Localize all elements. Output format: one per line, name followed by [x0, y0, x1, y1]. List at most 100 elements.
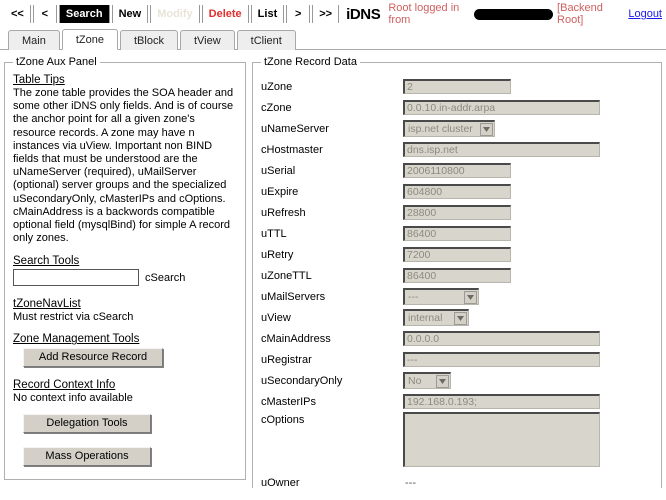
- tab-bar: Main tZone tBlock tView tClient: [0, 28, 666, 50]
- field-control-wrap: 86400: [403, 268, 511, 283]
- select-uview[interactable]: internal: [403, 309, 469, 326]
- input-cmasterips[interactable]: 192.168.0.193;: [403, 394, 600, 409]
- select-unameserver[interactable]: isp.net cluster: [403, 120, 495, 137]
- field-label-uview: uView: [261, 311, 291, 324]
- tzonenavlist-heading: tZoneNavList: [13, 298, 81, 311]
- login-status: Root logged in from [Backend Root] Logou…: [388, 2, 662, 26]
- nav-button-list[interactable]: List: [250, 5, 285, 23]
- select-value-uview: internal: [408, 312, 443, 324]
- field-label-czone: cZone: [261, 101, 292, 114]
- field-control-wrap: 86400: [403, 226, 511, 241]
- input-uzonettl[interactable]: 86400: [403, 268, 511, 283]
- nav-button-[interactable]: >>: [312, 5, 340, 23]
- field-label-usecondaryonly: uSecondaryOnly: [261, 374, 343, 387]
- field-row-chostmaster: cHostmaster dns.isp.net: [261, 139, 653, 160]
- select-usecondaryonly[interactable]: No: [403, 372, 451, 389]
- field-label-chostmaster: cHostmaster: [261, 143, 323, 156]
- delegation-tools-button[interactable]: Delegation Tools: [23, 414, 151, 434]
- aux-panel-legend: tZone Aux Panel: [16, 56, 97, 68]
- field-control-wrap: dns.isp.net: [403, 142, 600, 157]
- nav-button-[interactable]: >: [286, 5, 311, 23]
- field-label-uregistrar: uRegistrar: [261, 353, 312, 366]
- csearch-label: cSearch: [145, 271, 186, 284]
- field-label-userial: uSerial: [261, 164, 296, 177]
- nav-button-search[interactable]: Search: [58, 5, 110, 23]
- tzonenavlist-text: Must restrict via cSearch: [13, 311, 134, 324]
- field-label-uexpire: uExpire: [261, 185, 299, 198]
- field-control-wrap: No: [403, 372, 451, 389]
- redacted-ip-bar: [474, 8, 554, 20]
- field-label-cmainaddress: cMainAddress: [261, 332, 331, 345]
- field-label-uzonettl: uZoneTTL: [261, 269, 312, 282]
- tab-main[interactable]: Main: [8, 30, 60, 50]
- field-row-umailservers: uMailServers ---: [261, 286, 653, 307]
- tab-tblock[interactable]: tBlock: [119, 30, 178, 50]
- chevron-down-icon: [436, 374, 449, 388]
- nav-button-delete[interactable]: Delete: [201, 5, 249, 23]
- input-uexpire[interactable]: 604800: [403, 184, 511, 199]
- tab-tview[interactable]: tView: [179, 30, 235, 50]
- input-userial[interactable]: 2006110800: [403, 163, 511, 178]
- input-uretry[interactable]: 7200: [403, 247, 511, 262]
- add-resource-record-button[interactable]: Add Resource Record: [23, 348, 163, 368]
- mass-operations-button[interactable]: Mass Operations: [23, 447, 151, 467]
- field-row-uview: uView internal: [261, 307, 653, 328]
- main-content: tZone Aux Panel Table Tips The zone tabl…: [0, 50, 666, 488]
- field-row-cmasterips: cMasterIPs 192.168.0.193;: [261, 391, 653, 412]
- field-label-uretry: uRetry: [261, 248, 294, 261]
- input-uregistrar[interactable]: ---: [403, 352, 600, 367]
- logout-link[interactable]: Logout: [628, 8, 662, 20]
- search-tools-heading: Search Tools: [13, 255, 80, 268]
- field-control-wrap: ---: [403, 477, 416, 489]
- top-toolbar: << < Search New Modify Delete List > >> iDNS Roo…: [0, 0, 666, 28]
- field-control-wrap: ---: [403, 288, 479, 305]
- input-uzone[interactable]: 2: [403, 79, 511, 94]
- field-control-wrap: isp.net cluster: [403, 120, 495, 137]
- field-row-userial: uSerial 2006110800: [261, 160, 653, 181]
- field-row-uretry: uRetry 7200: [261, 244, 653, 265]
- field-control-wrap: internal: [403, 309, 469, 326]
- table-tips-heading: Table Tips: [13, 74, 65, 86]
- record-panel-legend: tZone Record Data: [264, 56, 357, 68]
- field-row-czone: cZone 0.0.10.in-addr.arpa: [261, 97, 653, 118]
- field-row-cmainaddress: cMainAddress 0.0.0.0: [261, 328, 653, 349]
- field-control-wrap: 192.168.0.193;: [403, 394, 600, 409]
- field-row-urefresh: uRefresh 28800: [261, 202, 653, 223]
- login-status-text: Root logged in from: [388, 2, 460, 26]
- tab-tzone[interactable]: tZone: [61, 29, 118, 50]
- field-row-uttl: uTTL 86400: [261, 223, 653, 244]
- select-umailservers[interactable]: ---: [403, 288, 479, 305]
- csearch-input[interactable]: [13, 269, 139, 287]
- textarea-coptions[interactable]: [403, 412, 600, 467]
- field-row-uowner: uOwner ---: [261, 472, 653, 489]
- field-row-uzone: uZone 2: [261, 76, 653, 97]
- field-label-unameserver: uNameServer: [261, 122, 329, 135]
- field-control-wrap: 2006110800: [403, 163, 511, 178]
- tab-tclient[interactable]: tClient: [236, 30, 296, 50]
- nav-button-[interactable]: <: [32, 5, 57, 23]
- field-row-uexpire: uExpire 604800: [261, 181, 653, 202]
- zone-management-tools-heading: Zone Management Tools: [13, 333, 140, 346]
- field-control-wrap: 0.0.0.0: [403, 331, 600, 346]
- nav-button-group: << < Search New Modify Delete List > >>: [4, 5, 340, 23]
- record-context-info-heading: Record Context Info: [13, 379, 116, 392]
- field-control-wrap: 0.0.10.in-addr.arpa: [403, 100, 600, 115]
- nav-button-new[interactable]: New: [111, 5, 149, 23]
- app-brand: iDNS: [346, 5, 381, 23]
- table-tips-text: The zone table provides the SOA header a…: [13, 87, 234, 245]
- chevron-down-icon: [454, 311, 467, 325]
- input-chostmaster[interactable]: dns.isp.net: [403, 142, 600, 157]
- input-czone[interactable]: 0.0.10.in-addr.arpa: [403, 100, 600, 115]
- nav-button-[interactable]: <<: [5, 5, 31, 23]
- input-uttl[interactable]: 86400: [403, 226, 511, 241]
- field-row-coptions: cOptions: [261, 412, 653, 472]
- input-cmainaddress[interactable]: 0.0.0.0: [403, 331, 600, 346]
- chevron-down-icon: [464, 290, 477, 304]
- nav-button-modify: Modify: [150, 5, 200, 23]
- field-control-wrap: 28800: [403, 205, 511, 220]
- input-urefresh[interactable]: 28800: [403, 205, 511, 220]
- value-uowner: ---: [405, 476, 416, 489]
- tzone-record-data-panel: tZone Record Data uZone 2 cZone 0.0.10.in-a…: [252, 56, 662, 488]
- field-label-uzone: uZone: [261, 80, 293, 93]
- select-value-unameserver: isp.net cluster: [408, 123, 473, 135]
